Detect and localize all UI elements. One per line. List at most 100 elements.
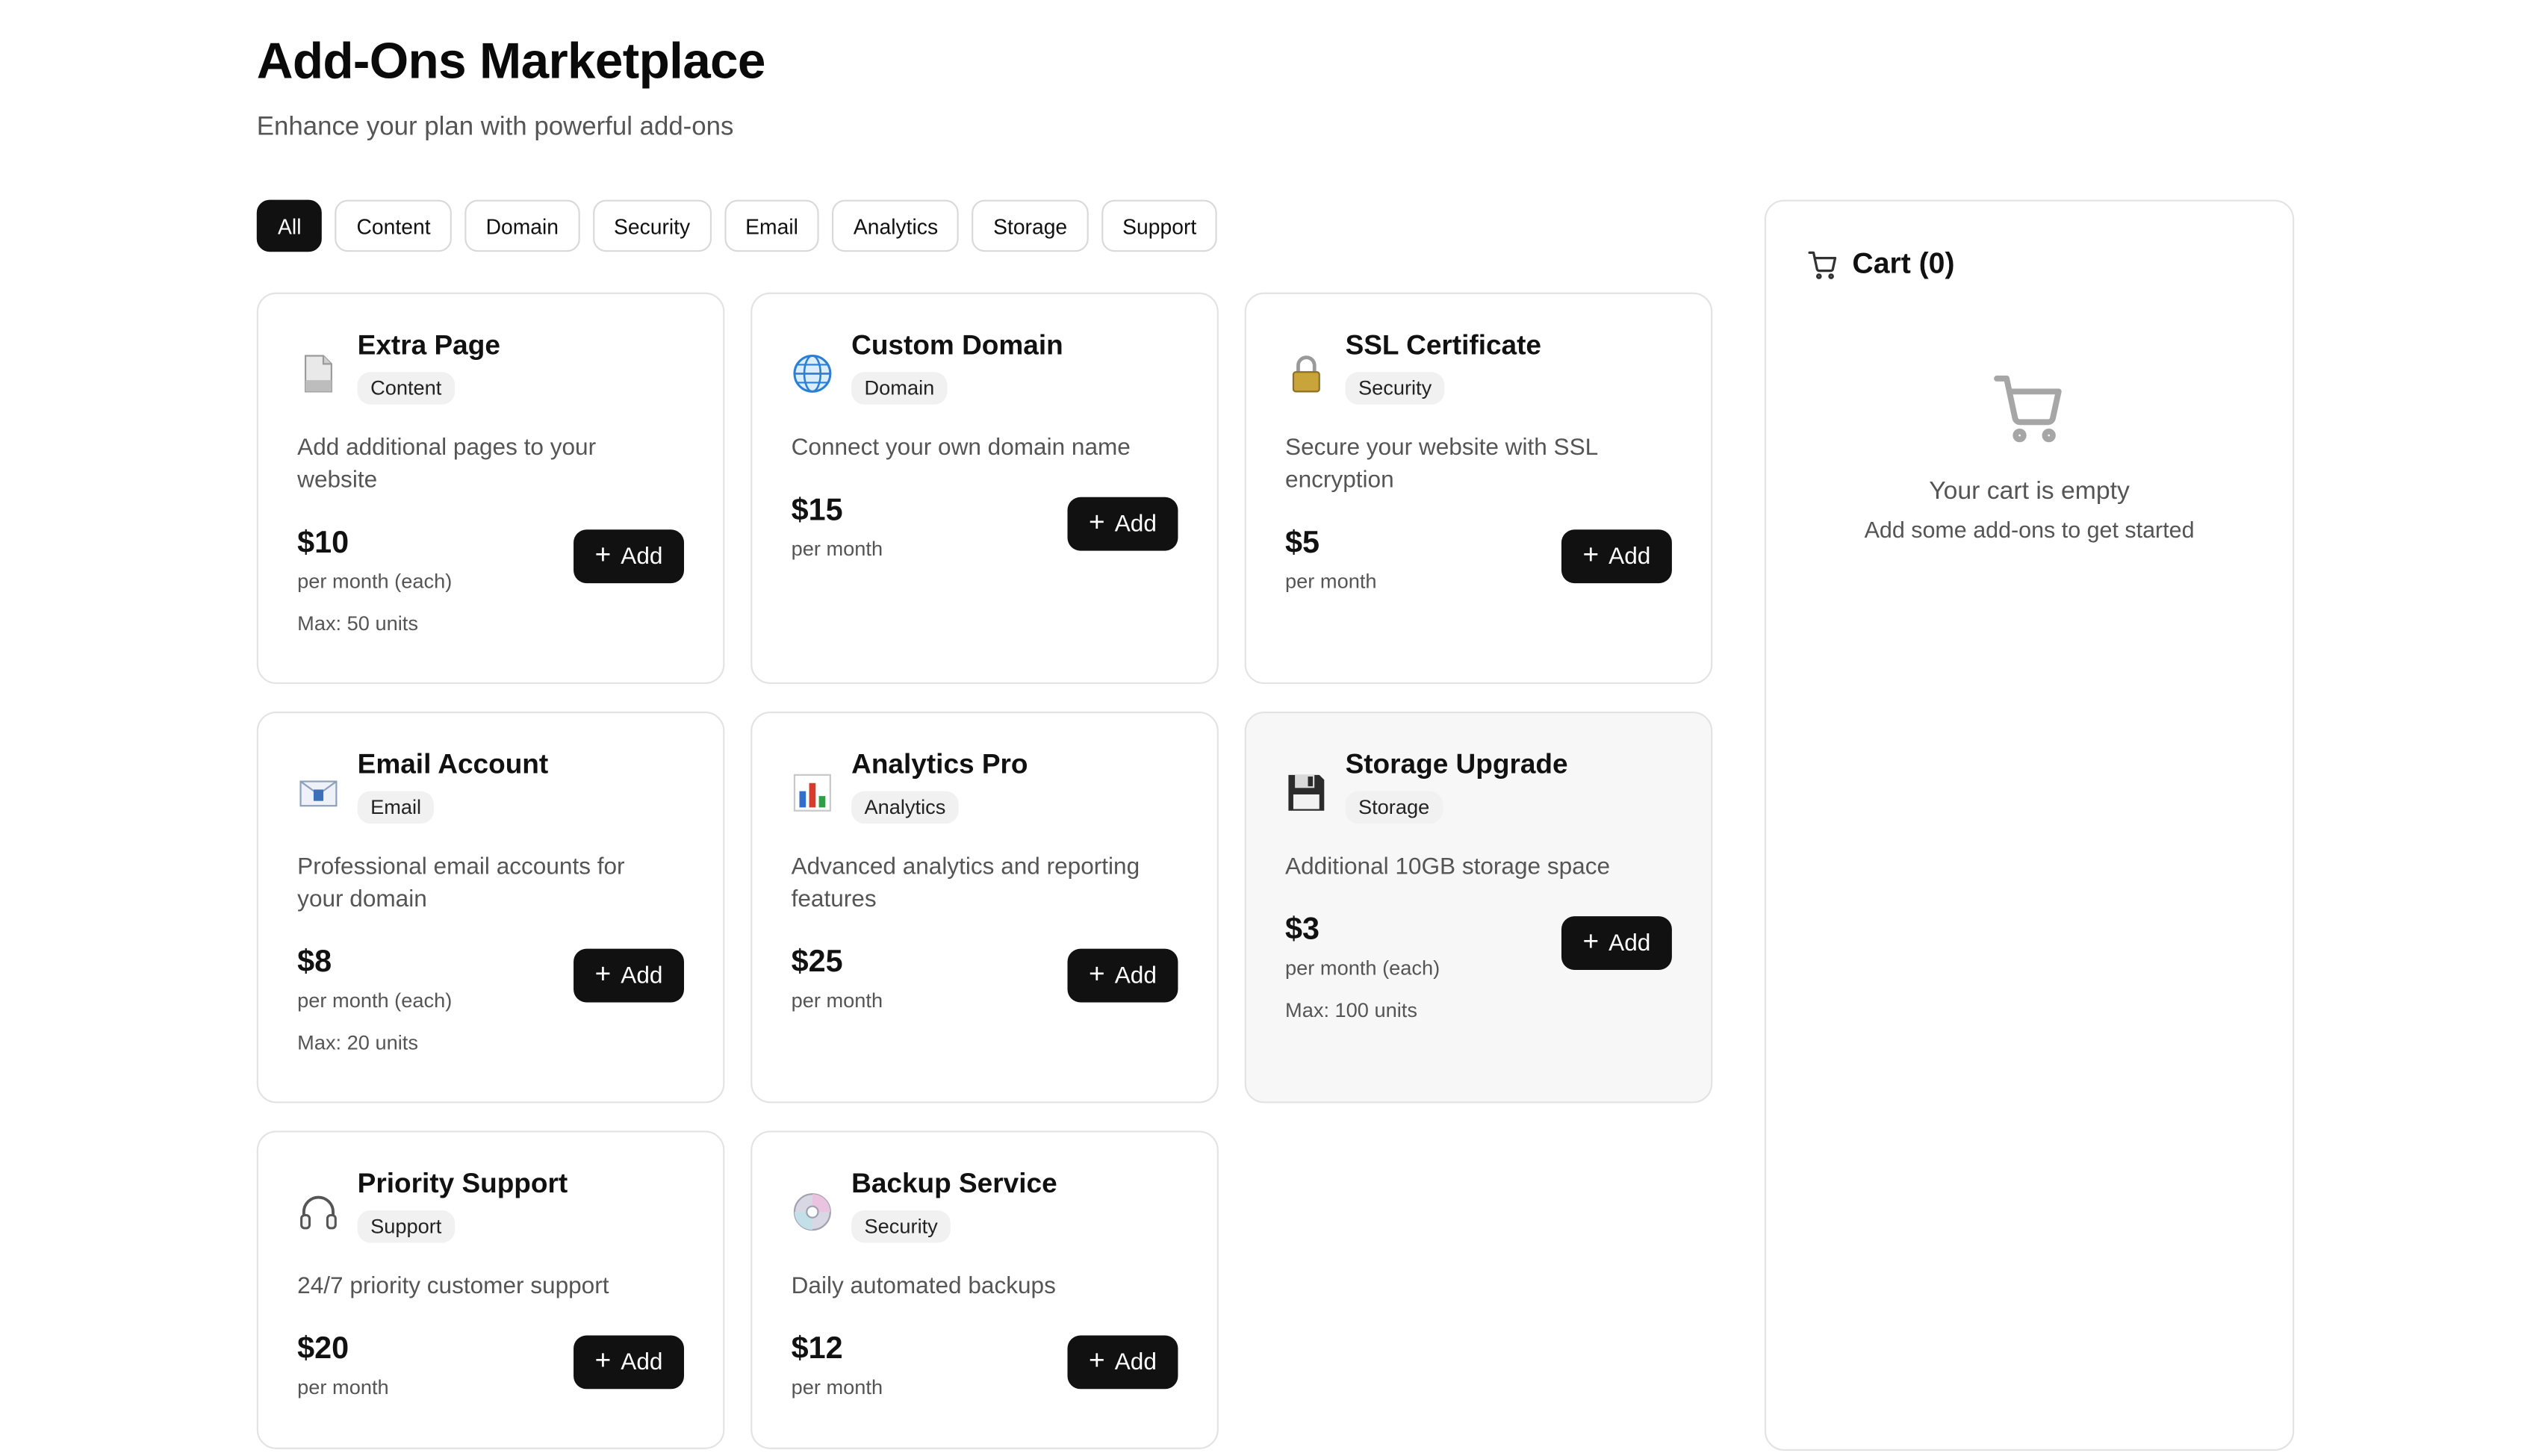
addon-name: Email Account	[357, 749, 549, 780]
empty-cart-icon	[1994, 376, 2062, 443]
add-button-label: Add	[1114, 511, 1157, 538]
category-badge: Domain	[851, 372, 948, 405]
addon-card-ssl-certificate: SSL Certificate Security Secure your web…	[1244, 292, 1713, 685]
add-button-label: Add	[1609, 930, 1651, 956]
envelope-icon	[299, 780, 338, 807]
category-badge: Email	[357, 791, 435, 824]
add-button-label: Add	[621, 543, 663, 570]
globe-icon	[793, 354, 832, 393]
addon-name: Custom Domain	[851, 329, 1063, 361]
add-button[interactable]: + Add	[1067, 948, 1178, 1003]
price-unit: per month	[1285, 570, 1377, 594]
plus-icon: +	[594, 1345, 612, 1376]
addon-price: $25	[791, 945, 843, 980]
bar-chart-icon	[793, 774, 831, 812]
lock-icon	[1292, 355, 1320, 393]
add-button-label: Add	[1114, 962, 1157, 989]
plus-icon: +	[1582, 539, 1600, 570]
addon-price: $8	[297, 945, 332, 980]
filter-security[interactable]: Security	[592, 199, 712, 252]
filter-domain[interactable]: Domain	[464, 199, 580, 252]
addon-name: SSL Certificate	[1345, 329, 1542, 361]
filter-support[interactable]: Support	[1101, 199, 1218, 252]
addon-description: 24/7 priority customer support	[297, 1273, 609, 1300]
cart-empty-subtitle: Add some add-ons to get started	[1864, 516, 2195, 543]
cart-title: Cart (0)	[1852, 246, 1955, 280]
price-unit: per month (each)	[297, 989, 453, 1012]
addon-description: Advanced analytics and reporting feature…	[791, 854, 1140, 913]
addon-description: Professional email accounts for your dom…	[297, 854, 625, 913]
price-unit: per month	[297, 1375, 389, 1399]
addon-name: Analytics Pro	[851, 749, 1028, 780]
category-badge: Security	[1345, 372, 1445, 405]
addon-card-analytics-pro: Analytics Pro Analytics Advanced analyti…	[750, 712, 1219, 1104]
max-units: Max: 100 units	[1285, 999, 1417, 1022]
addon-description: Additional 10GB storage space	[1285, 854, 1611, 881]
addon-card-extra-page: Extra Page Content Add additional pages …	[256, 292, 725, 685]
addon-card-email-account: Email Account Email Professional email a…	[256, 712, 725, 1104]
cart-panel: Cart (0) Your cart is empty Add some add…	[1764, 199, 2295, 1451]
plus-icon: +	[594, 958, 612, 990]
plus-icon: +	[1582, 926, 1600, 957]
price-unit: per month	[791, 989, 883, 1012]
addon-description: Daily automated backups	[791, 1273, 1056, 1300]
category-badge: Support	[357, 1210, 455, 1243]
floppy-disk-icon	[1288, 774, 1325, 811]
add-button-label: Add	[1609, 543, 1651, 570]
category-badge: Security	[851, 1210, 951, 1243]
headphones-icon	[300, 1195, 337, 1230]
page-icon	[304, 355, 332, 393]
cart-empty-state: Your cart is empty Add some add-ons to g…	[1766, 369, 2293, 543]
disc-icon	[793, 1193, 831, 1231]
add-button[interactable]: + Add	[1067, 1335, 1178, 1390]
add-button-label: Add	[621, 962, 663, 989]
price-unit: per month (each)	[1285, 956, 1440, 980]
shopping-cart-icon	[1808, 250, 1837, 279]
addon-description: Add additional pages to your website	[297, 435, 597, 494]
addon-price: $12	[791, 1332, 843, 1366]
addon-card-backup-service: Backup Service Security Daily automated …	[750, 1130, 1219, 1449]
addon-card-storage-upgrade: Storage Upgrade Storage Additional 10GB …	[1244, 712, 1713, 1104]
filter-all[interactable]: All	[256, 199, 323, 252]
addon-name: Priority Support	[357, 1168, 568, 1199]
add-button-label: Add	[1114, 1349, 1157, 1375]
add-button[interactable]: + Add	[574, 948, 685, 1003]
add-button[interactable]: + Add	[574, 1335, 685, 1390]
addon-description: Connect your own domain name	[791, 435, 1131, 461]
add-button[interactable]: + Add	[1561, 916, 1672, 970]
price-unit: per month	[791, 538, 883, 561]
plus-icon: +	[594, 539, 612, 570]
add-button-label: Add	[621, 1349, 663, 1375]
add-button[interactable]: + Add	[1067, 497, 1178, 551]
page-subtitle: Enhance your plan with powerful add-ons	[256, 113, 734, 142]
addon-grid: Extra Page Content Add additional pages …	[256, 292, 1713, 1449]
filter-analytics[interactable]: Analytics	[832, 199, 960, 252]
page-header: Add-Ons Marketplace Enhance your plan wi…	[256, 32, 766, 143]
addon-price: $20	[297, 1332, 349, 1366]
filter-content[interactable]: Content	[335, 199, 452, 252]
addon-name: Storage Upgrade	[1345, 749, 1568, 780]
addon-price: $10	[297, 526, 349, 561]
add-button[interactable]: + Add	[574, 529, 685, 584]
addon-price: $5	[1285, 526, 1320, 561]
addon-name: Backup Service	[851, 1168, 1057, 1199]
addon-price: $3	[1285, 912, 1320, 948]
cart-empty-title: Your cart is empty	[1929, 477, 2130, 505]
page-title: Add-Ons Marketplace	[256, 32, 766, 90]
add-button[interactable]: + Add	[1561, 529, 1672, 584]
filter-email[interactable]: Email	[724, 199, 820, 252]
category-badge: Analytics	[851, 791, 959, 824]
addon-card-priority-support: Priority Support Support 24/7 priority c…	[256, 1130, 725, 1449]
category-filters: All Content Domain Security Email Analyt…	[256, 199, 1218, 252]
addon-name: Extra Page	[357, 329, 500, 361]
addon-card-custom-domain: Custom Domain Domain Connect your own do…	[750, 292, 1219, 685]
addon-price: $15	[791, 494, 843, 529]
category-badge: Storage	[1345, 791, 1443, 824]
price-unit: per month (each)	[297, 570, 453, 594]
max-units: Max: 20 units	[297, 1031, 418, 1055]
price-unit: per month	[791, 1375, 883, 1399]
max-units: Max: 50 units	[297, 612, 418, 635]
plus-icon: +	[1089, 958, 1105, 990]
plus-icon: +	[1089, 506, 1105, 538]
filter-storage[interactable]: Storage	[972, 199, 1089, 252]
